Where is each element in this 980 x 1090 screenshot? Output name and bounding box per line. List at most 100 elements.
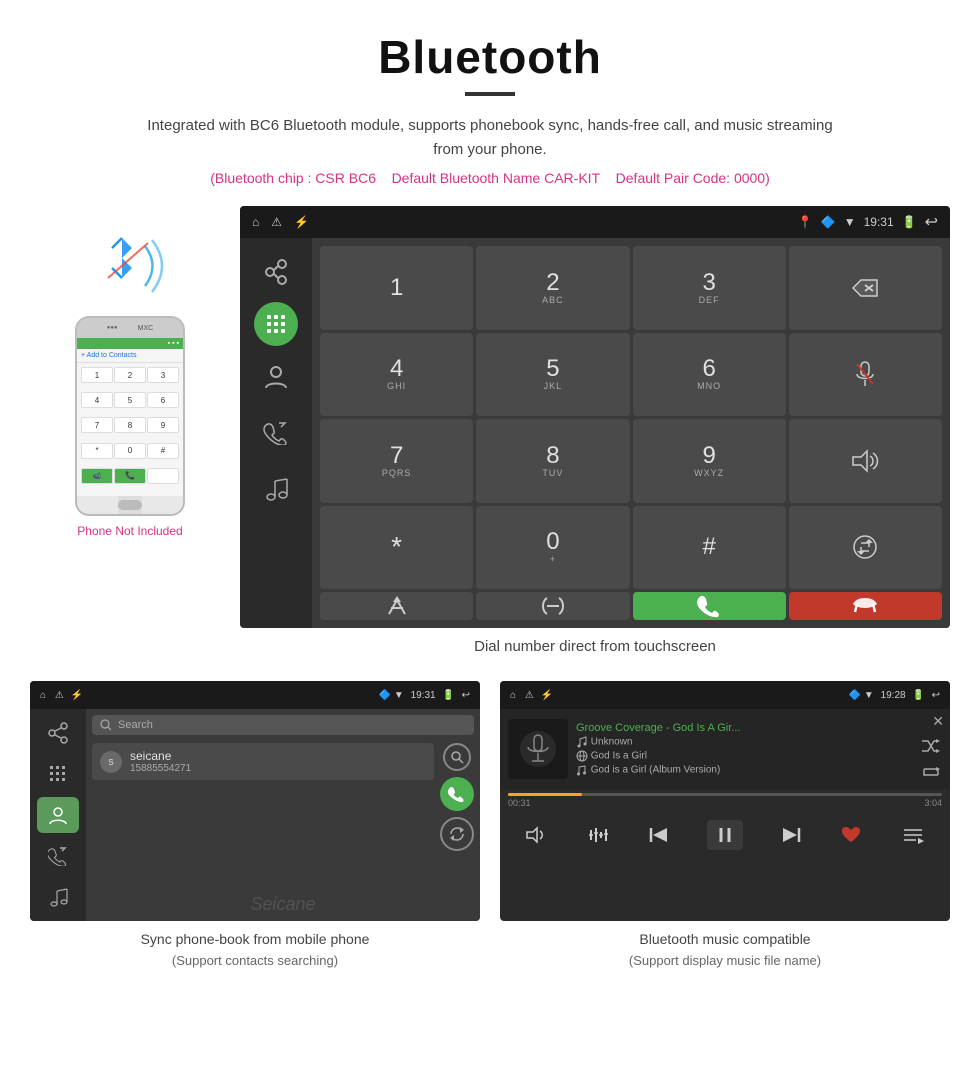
volume-ctrl-button[interactable] <box>522 820 552 850</box>
home-icon: ⌂ <box>252 215 259 229</box>
contact-letter: s <box>100 751 122 773</box>
playlist-button[interactable] <box>898 820 928 850</box>
title-underline <box>465 92 515 96</box>
phonebook-content: Search s seicane 15885554271 <box>30 709 480 921</box>
next-button[interactable] <box>775 820 805 850</box>
dial-key-backspace[interactable] <box>789 246 942 330</box>
ms-time: 19:28 <box>881 690 906 701</box>
phone-key-8: 8 <box>114 417 146 433</box>
bluetooth-icon-wrap <box>80 226 180 306</box>
contact-refresh-button[interactable] <box>440 817 474 851</box>
pb-sidebar-music[interactable] <box>37 878 79 915</box>
dial-key-merge[interactable] <box>320 592 473 620</box>
dial-key-2[interactable]: 2 ABC <box>476 246 629 330</box>
dial-key-hold[interactable] <box>476 592 629 620</box>
ms-bt-icon: 🔷 <box>849 690 861 701</box>
sidebar-contacts-icon[interactable] <box>248 350 304 402</box>
sidebar-link-icon[interactable] <box>248 246 304 298</box>
status-left: ⌂ ⚠ ⚡ <box>252 215 309 229</box>
equalizer-button[interactable] <box>584 820 614 850</box>
pb-sidebar-calls[interactable] <box>37 837 79 874</box>
phone-key-3: 3 <box>147 367 179 383</box>
car-sidebar <box>240 238 312 628</box>
dial-key-8[interactable]: 8 TUV <box>476 419 629 503</box>
ms-warn-icon: ⚠ <box>525 690 534 701</box>
track-album: God Is a Girl <box>576 750 912 762</box>
track-artist: Unknown <box>576 736 912 748</box>
prev-button[interactable] <box>645 820 675 850</box>
progress-track[interactable] <box>508 793 942 796</box>
phone-top-bar: ●●● MXC <box>77 318 183 338</box>
sidebar-recent-calls-icon[interactable] <box>248 406 304 458</box>
page-header: Bluetooth Integrated with BC6 Bluetooth … <box>0 0 980 196</box>
contact-row[interactable]: s seicane 15885554271 <box>92 743 434 780</box>
phone-key-9: 9 <box>147 417 179 433</box>
car-status-bar: ⌂ ⚠ ⚡ 📍 🔷 ▼ 19:31 🔋 ↩ <box>240 206 950 238</box>
wifi-icon: ▼ <box>844 215 856 229</box>
back-icon: ↩ <box>925 212 938 232</box>
dial-key-star[interactable]: * <box>320 506 473 590</box>
pb-sidebar-dialpad[interactable] <box>37 756 79 793</box>
search-text: Search <box>118 719 153 731</box>
phone-screen: ▪ ▪ ▪ + Add to Contacts 1 2 3 4 5 6 7 8 … <box>77 338 183 496</box>
dial-caption: Dial number direct from touchscreen <box>240 628 950 671</box>
repeat-icon[interactable] <box>920 761 942 783</box>
dial-key-hash[interactable]: # <box>633 506 786 590</box>
dial-key-4[interactable]: 4 GHI <box>320 333 473 417</box>
dial-key-mute[interactable] <box>789 333 942 417</box>
phone-bottom-bar <box>118 496 142 514</box>
music-item: ⌂ ⚠ ⚡ 🔷 ▼ 19:28 🔋 ↩ <box>500 681 950 971</box>
dial-key-call-green[interactable] <box>633 592 786 620</box>
ms-status-left: ⌂ ⚠ ⚡ <box>510 690 553 701</box>
dial-key-9[interactable]: 9 WXYZ <box>633 419 786 503</box>
ms-battery: 🔋 <box>912 690 924 701</box>
sidebar-music-icon[interactable] <box>248 462 304 514</box>
phone-dialpad: 1 2 3 4 5 6 7 8 9 * 0 # 📹 📞 <box>77 363 183 496</box>
music-status-bar: ⌂ ⚠ ⚡ 🔷 ▼ 19:28 🔋 ↩ <box>500 681 950 709</box>
ms-status-right: 🔷 ▼ 19:28 🔋 ↩ <box>849 690 940 701</box>
microphone-icon <box>518 729 558 769</box>
contact-search-button[interactable] <box>443 743 471 771</box>
page-title: Bluetooth <box>60 30 920 84</box>
music-caption: Bluetooth music compatible (Support disp… <box>629 929 821 971</box>
play-pause-button[interactable] <box>707 820 743 850</box>
dial-key-7[interactable]: 7 PQRS <box>320 419 473 503</box>
close-button[interactable]: ✕ <box>932 713 944 730</box>
phone-key-hash: # <box>147 443 179 459</box>
contact-call-button[interactable] <box>440 777 474 811</box>
time-current: 00:31 <box>508 798 531 808</box>
car-screen-section: ⌂ ⚠ ⚡ 📍 🔷 ▼ 19:31 🔋 ↩ <box>240 206 950 671</box>
bluetooth-waves-icon <box>80 226 180 306</box>
globe-icon <box>576 750 588 762</box>
bluetooth-specs: (Bluetooth chip : CSR BC6 Default Blueto… <box>60 170 920 186</box>
search-bar[interactable]: Search <box>92 715 474 735</box>
progress-bar-wrap: 00:31 3:04 <box>500 789 950 812</box>
dial-key-5[interactable]: 5 JKL <box>476 333 629 417</box>
car-screen-dialpad: ⌂ ⚠ ⚡ 📍 🔷 ▼ 19:31 🔋 ↩ <box>240 206 950 628</box>
dial-key-6[interactable]: 6 MNO <box>633 333 786 417</box>
album-art <box>508 719 568 779</box>
pb-sidebar-link[interactable] <box>37 715 79 752</box>
pb-status-left: ⌂ ⚠ ⚡ <box>40 690 83 701</box>
time-total: 3:04 <box>924 798 942 808</box>
dial-key-volume[interactable] <box>789 419 942 503</box>
pb-status-right: 🔷 ▼ 19:31 🔋 ↩ <box>379 690 470 701</box>
phone-key-empty <box>147 468 179 484</box>
favorite-button[interactable] <box>836 820 866 850</box>
dial-key-call-end[interactable] <box>789 592 942 620</box>
dial-key-swap[interactable] <box>789 506 942 590</box>
shuffle-icon[interactable] <box>920 735 942 757</box>
phone-key-4: 4 <box>81 392 113 408</box>
pb-usb-icon: ⚡ <box>71 690 83 701</box>
pb-time: 19:31 <box>411 690 436 701</box>
spec-code: Default Pair Code: 0000) <box>616 170 770 186</box>
pb-warn-icon: ⚠ <box>55 690 64 701</box>
dial-key-1[interactable]: 1 <box>320 246 473 330</box>
pb-sidebar-contact[interactable] <box>37 797 79 834</box>
sidebar-dialpad-icon[interactable] <box>254 302 298 346</box>
phone-key-star: * <box>81 443 113 459</box>
dial-key-3[interactable]: 3 DEF <box>633 246 786 330</box>
music-top-bar: Groove Coverage - God Is A Gir... Unknow… <box>500 709 950 789</box>
dial-key-0[interactable]: 0 + <box>476 506 629 590</box>
search-icon <box>100 719 112 731</box>
